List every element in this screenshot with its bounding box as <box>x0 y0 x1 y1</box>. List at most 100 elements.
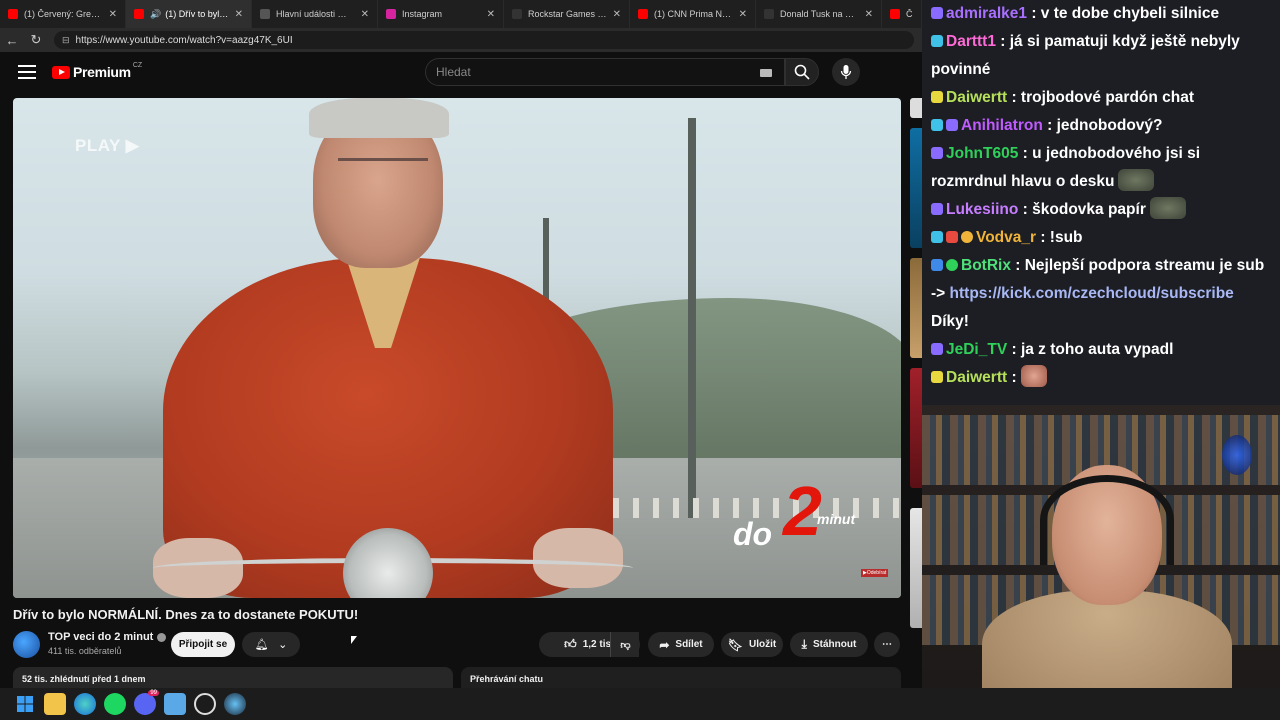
microphone-icon <box>840 65 852 79</box>
channel-brand-logo: 2 do minut <box>733 472 856 552</box>
chat-message: BotRix : Nejlepší podpora streamu je sub… <box>931 257 1265 330</box>
sub-badge-icon <box>931 91 943 103</box>
subscribe-watermark[interactable]: ▶Odebírat <box>861 569 889 577</box>
site-info-icon[interactable]: ⊟ <box>62 35 70 46</box>
emote-icon <box>1149 197 1186 219</box>
instagram-icon <box>386 9 396 19</box>
description-box[interactable]: 52 tis. zhlédnutí před 1 dnem <box>13 667 453 688</box>
youtube-icon <box>134 9 144 19</box>
search-input[interactable]: Hledat <box>425 58 785 86</box>
file-explorer-icon[interactable] <box>44 693 66 715</box>
chevron-down-icon: ⌄ <box>278 639 288 651</box>
tab-2[interactable]: 🔊(1) Dřív to bylo NO✕ <box>126 0 252 28</box>
more-icon: ⋯ <box>882 639 892 650</box>
thumbs-down-icon: 👎︎ <box>620 639 631 651</box>
download-icon: ⤓ <box>801 637 807 651</box>
download-button[interactable]: ⤓ Stáhnout <box>790 632 868 657</box>
verified-badge-icon <box>946 259 958 271</box>
x-icon <box>512 9 522 19</box>
tab-3[interactable]: Hlavní události — ČT24✕ <box>252 0 378 28</box>
sub-badge-icon <box>931 203 943 215</box>
ct24-icon <box>260 9 270 19</box>
search-icon <box>794 64 810 80</box>
url-field[interactable]: ⊟ https://www.youtube.com/watch?v=aazg47K… <box>54 31 914 49</box>
sub-badge-icon <box>931 147 943 159</box>
obs-icon[interactable] <box>194 693 216 715</box>
chat-link[interactable]: https://kick.com/czechcloud/subscribe <box>950 285 1234 302</box>
verified-icon <box>157 632 167 642</box>
tab-6[interactable]: (1) CNN Prima NEWS - Y✕ <box>630 0 756 28</box>
search-button[interactable] <box>785 58 819 86</box>
back-icon[interactable]: ← <box>0 28 24 52</box>
keyboard-icon[interactable] <box>760 69 772 77</box>
bell-icon: 🔔︎ <box>254 639 269 651</box>
tab-5[interactable]: Rockstar Games na plat✕ <box>504 0 630 28</box>
youtube-play-icon <box>52 65 70 79</box>
tab-7[interactable]: Donald Tusk na platform✕ <box>756 0 882 28</box>
close-icon[interactable]: ✕ <box>487 9 495 20</box>
gifter-badge-icon <box>946 231 958 243</box>
chat-replay-header[interactable]: Přehrávání chatu <box>461 667 901 688</box>
sub-badge-icon <box>931 7 943 19</box>
thumbs-up-icon: 👍︎ <box>564 637 577 651</box>
bot-badge-icon <box>931 259 943 271</box>
gem-badge-icon <box>931 231 943 243</box>
reload-icon[interactable]: ↻ <box>24 28 48 52</box>
menu-icon[interactable] <box>18 65 36 79</box>
windows-start-icon[interactable] <box>14 693 36 715</box>
youtube-logo[interactable]: Premium CZ <box>52 62 142 80</box>
save-button[interactable]: 🔖︎ Uložit <box>721 632 783 657</box>
chat-message: Daiwertt : <box>931 364 1272 392</box>
spotify-icon[interactable] <box>104 693 126 715</box>
steam-icon[interactable] <box>224 693 246 715</box>
mouse-cursor <box>351 636 357 644</box>
close-icon[interactable]: ✕ <box>361 9 369 20</box>
tab-1[interactable]: (1) Červený: Green Deal✕ <box>0 0 126 28</box>
tab-bar: (1) Červený: Green Deal✕ 🔊(1) Dřív to by… <box>0 0 922 28</box>
sub-badge-icon <box>931 343 943 355</box>
tab-8[interactable]: Červ <box>882 0 922 28</box>
emote-icon <box>1118 169 1155 191</box>
channel-avatar[interactable] <box>13 631 40 658</box>
subscriber-count: 411 tis. odběratelů <box>48 646 122 656</box>
chat-message: Lukesiino : škodovka papír <box>931 196 1272 224</box>
screen: (1) Červený: Green Deal✕ 🔊(1) Dřív to by… <box>0 0 1280 720</box>
video-player[interactable]: PLAY ▶ 2 do minut ▶Odebírat <box>13 98 901 598</box>
discord-icon[interactable]: 99 <box>134 690 159 715</box>
close-icon[interactable]: ✕ <box>109 9 117 20</box>
video-overlay-play-text: PLAY ▶ <box>75 136 140 155</box>
sub-badge-icon <box>946 119 958 131</box>
close-icon[interactable]: ✕ <box>865 9 873 20</box>
face-emote-icon <box>1020 365 1047 387</box>
chat-message: JohnT605 : u jednobodového jsi si rozmrd… <box>931 145 1201 191</box>
tab-4[interactable]: Instagram ✕ <box>378 0 504 28</box>
taskbar: 99 <box>0 688 1280 720</box>
chat-message: admiralke1 : v te dobe chybeli silnice <box>931 0 1272 28</box>
share-button[interactable]: ➦ Sdílet <box>648 632 714 657</box>
one-badge-icon <box>961 231 973 243</box>
youtube-icon <box>8 9 18 19</box>
dislike-button[interactable]: 👎︎ <box>610 632 640 657</box>
edge-icon[interactable] <box>74 693 96 715</box>
youtube-icon <box>638 9 648 19</box>
sub-badge-icon <box>931 371 943 383</box>
voice-search-button[interactable] <box>832 58 860 86</box>
channel-name[interactable]: TOP veci do 2 minut <box>48 631 167 643</box>
browser-window: (1) Červený: Green Deal✕ 🔊(1) Dřív to by… <box>0 0 922 688</box>
speaker-icon[interactable]: 🔊 <box>150 9 161 20</box>
youtube-icon <box>890 9 900 19</box>
chat-message: Vodva_r : !sub <box>931 224 1272 252</box>
webcam-overlay <box>922 405 1280 688</box>
x-icon <box>764 9 774 19</box>
video-title: Dřív to bylo NORMÁLNÍ. Dnes za to dostan… <box>13 607 359 622</box>
notepad-icon[interactable] <box>164 693 186 715</box>
chat-overlay: admiralke1 : v te dobe chybeli silnice D… <box>922 0 1280 405</box>
join-button[interactable]: Připojit se <box>171 632 235 657</box>
close-icon[interactable]: ✕ <box>235 9 243 20</box>
subscription-bell-button[interactable]: 🔔︎ ⌄ <box>242 632 300 657</box>
more-actions-button[interactable]: ⋯ <box>874 632 900 657</box>
close-icon[interactable]: ✕ <box>613 9 621 20</box>
close-icon[interactable]: ✕ <box>739 9 747 20</box>
headset <box>1040 475 1174 565</box>
gem-badge-icon <box>931 119 943 131</box>
